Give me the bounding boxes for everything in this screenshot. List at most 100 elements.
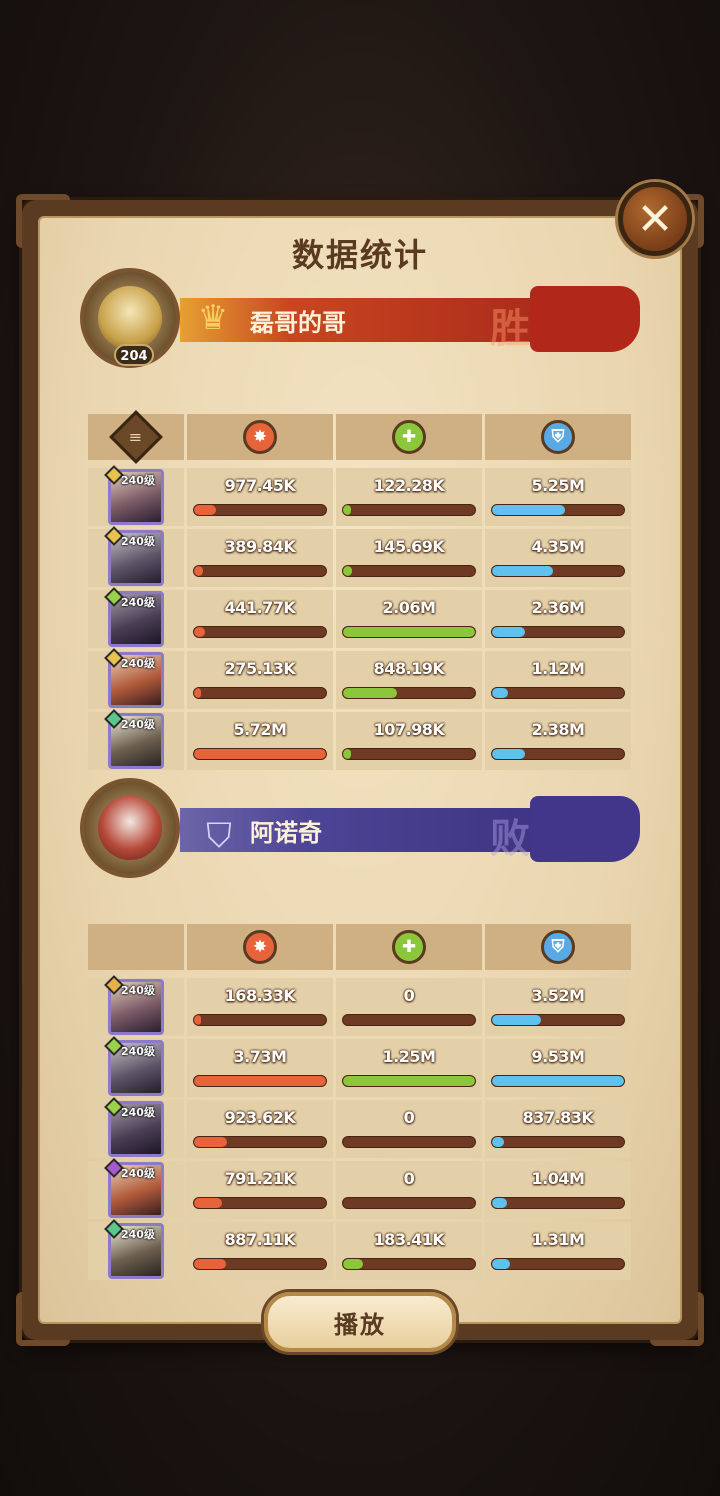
shield-cell: 2.36M [485, 590, 631, 648]
damage-bar [193, 504, 327, 516]
damage-bar-fill [194, 627, 205, 637]
damage-value: 275.13K [224, 659, 296, 678]
hero-stat-row: 240级 5.72M 107.98K 2.38M [88, 709, 632, 770]
win-flag-decoration [530, 286, 640, 352]
heal-bar [342, 1136, 476, 1148]
damage-value: 441.77K [224, 598, 296, 617]
damage-bar [193, 1197, 327, 1209]
hero-cell: 240级 [88, 975, 184, 1036]
shield-value: 837.83K [522, 1108, 594, 1127]
heal-value: 0 [403, 1169, 415, 1188]
heal-value: 183.41K [373, 1230, 445, 1249]
shield-bar-fill [492, 1015, 541, 1025]
shield-bar [491, 504, 625, 516]
heal-bar [342, 1197, 476, 1209]
damage-bar-fill [194, 1076, 326, 1086]
hero-stat-row: 240级 791.21K 0 1.04M [88, 1158, 632, 1219]
hero-stat-row: 240级 275.13K 848.19K 1.12M [88, 648, 632, 709]
damage-bar [193, 687, 327, 699]
heal-value: 2.06M [382, 598, 436, 617]
heal-cell: 0 [336, 978, 482, 1036]
shield-bar [491, 1197, 625, 1209]
hero-level: 240级 [121, 718, 155, 731]
avatar-image [98, 796, 162, 860]
damage-cell: 923.62K [187, 1100, 333, 1158]
damage-bar [193, 1258, 327, 1270]
damage-cell: 441.77K [187, 590, 333, 648]
shield-value: 5.25M [531, 476, 585, 495]
hero-portrait[interactable]: 240级 [104, 975, 164, 1035]
damage-bar-fill [194, 1259, 226, 1269]
damage-bar-fill [194, 1198, 222, 1208]
heal-cell: 1.25M [336, 1039, 482, 1097]
frame-corner-decoration [16, 1292, 70, 1346]
shield-bar-fill [492, 1137, 504, 1147]
shield-bar [491, 1258, 625, 1270]
shield-value: 9.53M [531, 1047, 585, 1066]
hero-level: 240级 [121, 984, 155, 997]
shield-column-header: ⛨ [485, 414, 631, 460]
hero-portrait[interactable]: 240级 [104, 1158, 164, 1218]
shield-value: 3.52M [531, 986, 585, 1005]
heal-cell: 0 [336, 1161, 482, 1219]
hero-portrait[interactable]: 240级 [104, 648, 164, 708]
heal-column-header: ✚ [336, 414, 482, 460]
hero-stat-row: 240级 389.84K 145.69K 4.35M [88, 526, 632, 587]
shield-bar-fill [492, 1198, 507, 1208]
damage-bar-fill [194, 1137, 227, 1147]
shield-value: 2.36M [531, 598, 585, 617]
shield-cell: 837.83K [485, 1100, 631, 1158]
play-button[interactable]: 播放 [264, 1292, 456, 1352]
damage-bar [193, 1014, 327, 1026]
hero-stat-row: 240级 168.33K 0 3.52M [88, 975, 632, 1036]
hero-portrait[interactable]: 240级 [104, 1036, 164, 1096]
shield-bar [491, 1075, 625, 1087]
damage-value: 791.21K [224, 1169, 296, 1188]
shield-icon: ⛨ [541, 930, 575, 964]
hero-portrait[interactable]: 240级 [104, 1219, 164, 1279]
shield-bar [491, 1136, 625, 1148]
team-a-stats-table: ≡ ✸ ✚ ⛨ 240级 977.45K 122.28K 5.25M 240级 … [88, 410, 632, 773]
shield-bar-fill [492, 505, 565, 515]
heal-cell: 183.41K [336, 1222, 482, 1280]
heal-bar [342, 1258, 476, 1270]
heal-value: 107.98K [373, 720, 445, 739]
damage-column-header: ✸ [187, 414, 333, 460]
heal-value: 0 [403, 986, 415, 1005]
team-a-avatar[interactable]: 204 [80, 268, 180, 368]
hero-cell: 240级 [88, 1158, 184, 1219]
team-b-header: 阿诺奇 败 ⛉ [80, 778, 640, 878]
hero-cell: 240级 [88, 587, 184, 648]
heal-bar-fill [343, 688, 398, 698]
hero-portrait[interactable]: 240级 [104, 526, 164, 586]
heal-cell: 848.19K [336, 651, 482, 709]
hero-portrait[interactable]: 240级 [104, 465, 164, 525]
hero-portrait[interactable]: 240级 [104, 1097, 164, 1157]
hero-level: 240级 [121, 657, 155, 670]
damage-value: 923.62K [224, 1108, 296, 1127]
heal-cell: 2.06M [336, 590, 482, 648]
team-b-avatar[interactable] [80, 778, 180, 878]
lose-flag-decoration [530, 796, 640, 862]
heal-icon: ✚ [392, 930, 426, 964]
hero-portrait[interactable]: 240级 [104, 587, 164, 647]
heal-bar-fill [343, 749, 351, 759]
hero-stat-row: 240级 441.77K 2.06M 2.36M [88, 587, 632, 648]
close-button[interactable]: ✕ [618, 182, 692, 256]
hero-level: 240级 [121, 1228, 155, 1241]
team-a-avatar-level: 204 [114, 344, 154, 366]
heal-bar [342, 565, 476, 577]
banner-shield-emblem-icon: ⛉ [206, 816, 232, 856]
damage-bar-fill [194, 1015, 201, 1025]
heal-bar [342, 1075, 476, 1087]
hero-cell: 240级 [88, 1036, 184, 1097]
damage-icon: ✸ [243, 420, 277, 454]
damage-bar [193, 626, 327, 638]
team-a-rows: 240级 977.45K 122.28K 5.25M 240级 389.84K … [88, 465, 632, 770]
team-a-banner: 磊哥的哥 胜 [180, 286, 640, 352]
damage-bar [193, 565, 327, 577]
shield-cell: 5.25M [485, 468, 631, 526]
hero-portrait[interactable]: 240级 [104, 709, 164, 769]
hero-column-header [88, 924, 184, 970]
hero-cell: 240级 [88, 526, 184, 587]
